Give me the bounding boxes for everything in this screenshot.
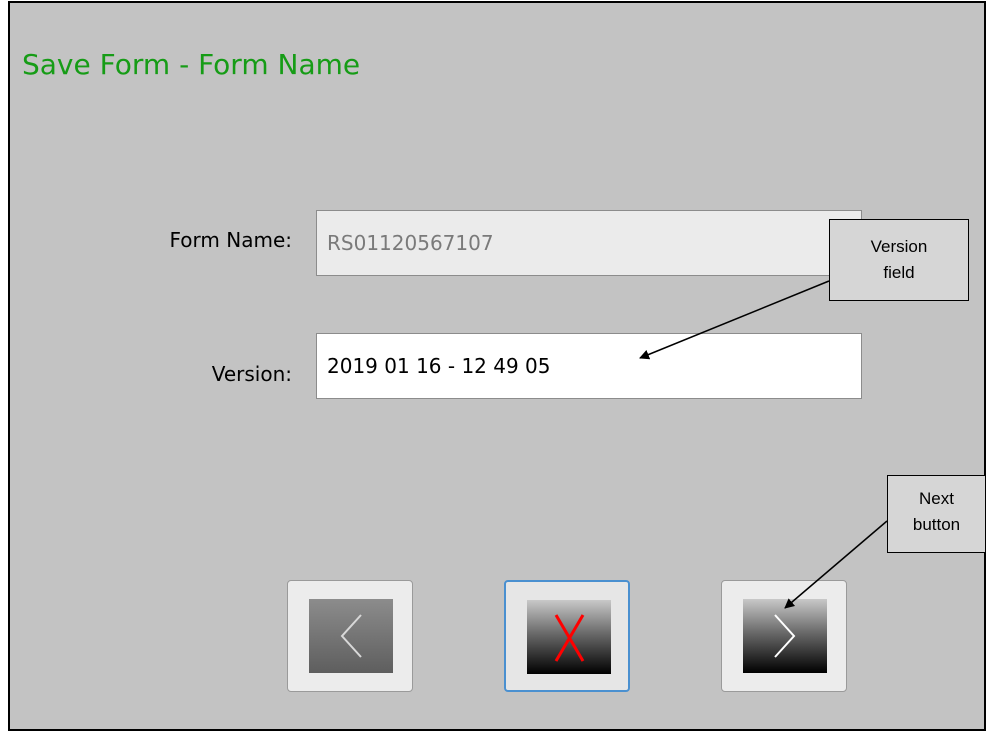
next-callout-arrow bbox=[784, 520, 888, 609]
version-callout-arrow bbox=[639, 280, 830, 360]
callout-arrows bbox=[639, 280, 888, 609]
